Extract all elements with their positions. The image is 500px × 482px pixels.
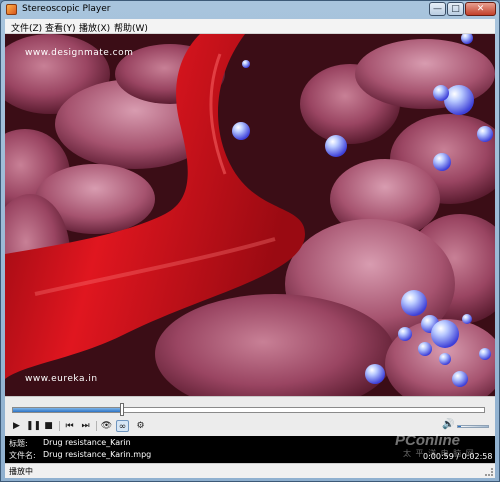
control-bar: ▶ ❚❚ ■ ⏮ ⏭ 👁 ∞ ⚙ 🔊 [5, 396, 495, 436]
control-divider [96, 421, 97, 431]
title-bar[interactable]: Stereoscopic Player — □ ✕ [1, 1, 499, 19]
play-icon: ▶ [13, 421, 20, 431]
options-icon: ⚙ [136, 421, 145, 431]
info-panel: 标题: Drug resistance_Karin 文件名: Drug resi… [5, 432, 495, 463]
control-divider [59, 421, 60, 431]
view-mode-button[interactable]: 👁 [100, 420, 113, 432]
video-frame[interactable]: www.designmate.com www.eureka.in [5, 34, 495, 396]
pause-icon: ❚❚ [26, 421, 42, 431]
volume-level [458, 426, 461, 427]
seek-bar[interactable] [12, 407, 485, 413]
filename-value: Drug resistance_Karin.mpg [43, 450, 152, 459]
seek-progress [13, 408, 121, 412]
pconline-watermark: PConline [395, 432, 461, 449]
title-label: 标题: [9, 439, 28, 448]
previous-button[interactable]: ⏮ [63, 420, 76, 432]
title-value: Drug resistance_Karin [43, 438, 131, 447]
seek-thumb[interactable] [120, 403, 124, 416]
watermark-eureka: www.eureka.in [25, 374, 98, 384]
close-button[interactable]: ✕ [465, 2, 496, 16]
status-text: 播放中 [9, 467, 33, 476]
maximize-button[interactable]: □ [447, 2, 464, 16]
volume-icon[interactable]: 🔊 [442, 419, 454, 431]
next-icon: ⏭ [81, 421, 90, 431]
minimize-button[interactable]: — [429, 2, 446, 16]
pause-button[interactable]: ❚❚ [26, 420, 42, 432]
options-button[interactable]: ⚙ [134, 420, 147, 432]
time-display: 0:00:59 / 0:02:58 [423, 452, 493, 461]
stereo-glasses-icon: ∞ [118, 422, 127, 432]
next-button[interactable]: ⏭ [79, 420, 92, 432]
window-title: Stereoscopic Player [22, 4, 111, 14]
watermark-designmate: www.designmate.com [25, 48, 134, 58]
filename-label: 文件名: [9, 451, 36, 460]
previous-icon: ⏮ [65, 421, 74, 431]
stereo-mode-button[interactable]: ∞ [116, 420, 129, 432]
stop-button[interactable]: ■ [42, 420, 55, 432]
resize-grip-icon[interactable] [485, 468, 493, 476]
menu-file[interactable]: 文件(Z) [11, 21, 42, 34]
menu-play[interactable]: 播放(X) [79, 21, 110, 34]
eye-view-icon: 👁 [100, 421, 113, 431]
status-bar: 播放中 [5, 463, 495, 478]
menu-view[interactable]: 查看(Y) [45, 21, 76, 34]
menu-bar: 文件(Z) 查看(Y) 播放(X) 帮助(W) [5, 19, 495, 34]
play-button[interactable]: ▶ [10, 420, 23, 432]
app-logo-icon [6, 4, 17, 15]
menu-help[interactable]: 帮助(W) [114, 21, 148, 34]
volume-slider[interactable] [457, 425, 489, 428]
stop-icon: ■ [44, 421, 53, 431]
player-window: Stereoscopic Player — □ ✕ 文件(Z) 查看(Y) 播放… [0, 0, 500, 482]
video-scene-image [5, 34, 495, 396]
